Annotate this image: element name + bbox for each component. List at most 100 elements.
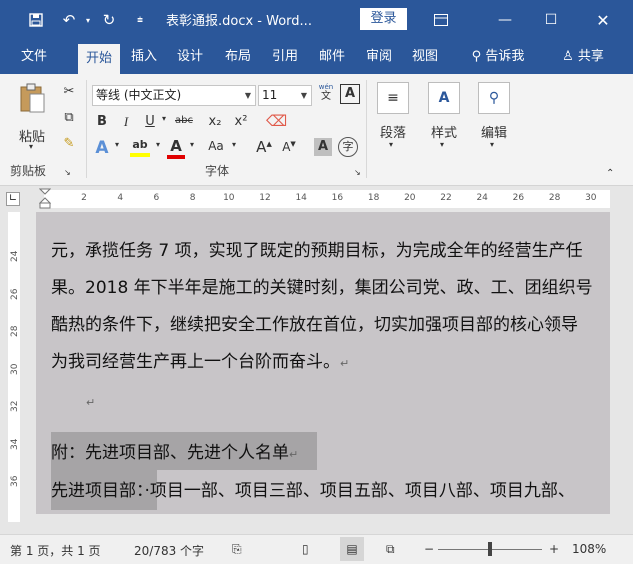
format-painter-icon[interactable]: ✎ bbox=[60, 136, 78, 151]
read-mode-icon[interactable]: ▯ bbox=[302, 542, 309, 556]
styles-icon[interactable]: A bbox=[428, 82, 460, 114]
paste-dropdown-icon[interactable]: ▾ bbox=[25, 142, 37, 151]
indent-marker-icon[interactable] bbox=[38, 188, 52, 210]
font-name-select[interactable]: 等线 (中文正文) ▼ bbox=[92, 85, 256, 106]
phonetic-guide-icon[interactable]: wén 文 bbox=[314, 82, 338, 102]
save-icon[interactable] bbox=[22, 0, 50, 40]
tab-insert[interactable]: 插入 bbox=[125, 40, 163, 74]
ruler-tick-label: 8 bbox=[189, 193, 196, 203]
clipboard-group-label: 剪贴板 bbox=[10, 164, 47, 178]
proofing-icon[interactable]: ⎘ bbox=[232, 542, 242, 557]
paragraph-mark: ↵ bbox=[289, 448, 299, 461]
maximize-icon[interactable]: ☐ bbox=[528, 0, 574, 40]
editing-button[interactable]: 编辑 bbox=[472, 122, 516, 141]
word-count[interactable]: 20/783 个字 bbox=[134, 542, 204, 559]
document-line[interactable]: 酷热的条件下，继续把安全工作放在首位，切实加强项目部的核心领导 bbox=[51, 310, 578, 335]
change-case-dropdown-icon[interactable]: ▾ bbox=[229, 140, 239, 149]
document-line[interactable]: 元，承揽任务 7 项，实现了既定的预期目标，为完成全年的经营生产任 bbox=[51, 236, 583, 261]
text-effect-dropdown-icon[interactable]: ▾ bbox=[112, 140, 122, 149]
horizontal-ruler: ∟ 2 4 6 8 10 12 14 16 18 20 22 24 26 28 30 bbox=[0, 186, 633, 212]
zoom-out-icon[interactable]: − bbox=[424, 542, 434, 556]
document-title: 表彰通报.docx - Word... bbox=[166, 14, 312, 29]
tell-me-search[interactable]: ⚲ 告诉我 bbox=[458, 40, 538, 74]
zoom-slider-thumb[interactable] bbox=[488, 542, 492, 556]
login-button[interactable]: 登录 bbox=[360, 8, 407, 30]
subscript-button[interactable]: x₂ bbox=[206, 114, 224, 129]
styles-button[interactable]: 样式 bbox=[422, 122, 466, 141]
font-color-swatch bbox=[167, 155, 185, 159]
redo-icon[interactable]: ↻ bbox=[95, 0, 123, 40]
tab-home[interactable]: 开始 bbox=[78, 44, 120, 74]
ruler-tick-label: 16 bbox=[331, 193, 344, 203]
bold-button[interactable]: B bbox=[94, 114, 110, 129]
share-button[interactable]: ♙ 共享 bbox=[548, 40, 618, 74]
web-layout-icon[interactable]: ⧉ bbox=[386, 542, 395, 557]
text-effect-icon[interactable]: A bbox=[92, 138, 112, 158]
highlight-dropdown-icon[interactable]: ▾ bbox=[153, 140, 163, 149]
highlight-color-swatch bbox=[130, 153, 150, 157]
ribbon-display-options-icon[interactable] bbox=[418, 0, 464, 40]
underline-dropdown-icon[interactable]: ▾ bbox=[159, 114, 169, 123]
document-line[interactable]: 果。2018 年下半年是施工的关键时刻，集团公司党、政、工、团组织号 bbox=[51, 273, 593, 298]
document-line[interactable]: 为我司经营生产再上一个台阶而奋斗。↵ bbox=[51, 347, 349, 372]
highlight-color-icon[interactable]: ab bbox=[128, 138, 152, 157]
clipboard-launcher-icon[interactable]: ↘ bbox=[64, 168, 71, 177]
appendix-heading[interactable]: 附：先进项目部、先进个人名单↵ bbox=[51, 438, 298, 463]
font-color-dropdown-icon[interactable]: ▾ bbox=[187, 140, 197, 149]
font-group-label: 字体 bbox=[205, 164, 230, 178]
enclose-characters-button[interactable]: 字 bbox=[338, 137, 358, 157]
styles-dropdown-icon[interactable]: ▾ bbox=[440, 140, 444, 149]
ruler-tick-label: 4 bbox=[117, 193, 124, 203]
vertical-ruler-tick-label: 28 bbox=[10, 325, 20, 337]
underline-button[interactable]: U bbox=[142, 114, 158, 129]
vertical-ruler-tick-label: 30 bbox=[10, 363, 20, 375]
editing-dropdown-icon[interactable]: ▾ bbox=[490, 140, 494, 149]
clear-formatting-icon[interactable]: ⌫ bbox=[266, 112, 287, 130]
customize-quick-access-icon[interactable]: ⩧ bbox=[126, 0, 154, 40]
ruler-tick-label: 22 bbox=[440, 193, 452, 203]
font-launcher-icon[interactable]: ↘ bbox=[354, 168, 361, 177]
paste-icon[interactable] bbox=[14, 82, 50, 118]
copy-icon[interactable]: ⧉ bbox=[60, 110, 78, 125]
collapse-ribbon-icon[interactable]: ⌃ bbox=[606, 168, 614, 179]
change-case-button[interactable]: Aa bbox=[204, 139, 228, 153]
vertical-ruler-tick-label: 36 bbox=[10, 475, 20, 487]
cut-icon[interactable]: ✂ bbox=[60, 84, 78, 99]
page-count[interactable]: 第 1 页，共 1 页 bbox=[10, 542, 101, 559]
person-share-icon: ♙ bbox=[562, 49, 574, 64]
group-divider bbox=[366, 80, 367, 178]
grow-font-button[interactable]: A▲ bbox=[256, 138, 272, 156]
character-shading-button[interactable]: A bbox=[314, 138, 332, 156]
strikethrough-button[interactable]: abc bbox=[171, 115, 197, 126]
paragraph-icon[interactable]: ≡ bbox=[377, 82, 409, 114]
font-size-select[interactable]: 11 ▼ bbox=[258, 85, 312, 106]
tab-file[interactable]: 文件 bbox=[14, 40, 54, 74]
paragraph-button[interactable]: 段落 bbox=[371, 122, 415, 141]
italic-button[interactable]: I bbox=[118, 114, 134, 130]
vertical-ruler-tick-label: 34 bbox=[10, 438, 20, 450]
ruler-tick-label: 24 bbox=[476, 193, 488, 203]
superscript-button[interactable]: x² bbox=[232, 114, 250, 129]
tab-selector-icon[interactable]: ∟ bbox=[6, 192, 20, 206]
paragraph-dropdown-icon[interactable]: ▾ bbox=[389, 140, 393, 149]
group-divider bbox=[86, 80, 87, 178]
editing-search-icon[interactable]: ⚲ bbox=[478, 82, 510, 114]
font-color-icon[interactable]: A bbox=[166, 137, 186, 159]
close-icon[interactable]: ✕ bbox=[580, 0, 626, 40]
tab-references[interactable]: 引用 bbox=[266, 40, 304, 74]
zoom-level[interactable]: 108% bbox=[572, 542, 606, 556]
advanced-projects-line[interactable]: 先进项目部：·项目一部、项目三部、项目五部、项目八部、项目九部、 bbox=[51, 476, 575, 501]
minimize-icon[interactable]: — bbox=[482, 0, 528, 40]
tab-mailings[interactable]: 邮件 bbox=[313, 40, 351, 74]
ruler-tick-label: 30 bbox=[585, 193, 597, 203]
ruler-tick-label: 12 bbox=[259, 193, 271, 203]
tab-layout[interactable]: 布局 bbox=[219, 40, 257, 74]
character-border-icon[interactable]: A bbox=[340, 84, 360, 104]
tab-design[interactable]: 设计 bbox=[171, 40, 209, 74]
tab-view[interactable]: 视图 bbox=[406, 40, 444, 74]
zoom-in-icon[interactable]: + bbox=[549, 542, 559, 556]
tab-review[interactable]: 审阅 bbox=[360, 40, 398, 74]
status-bar: 第 1 页，共 1 页 20/783 个字 ⎘ ▯ ▤ ⧉ − + 108% bbox=[0, 534, 633, 564]
shrink-font-button[interactable]: A▼ bbox=[281, 140, 297, 154]
print-layout-icon[interactable]: ▤ bbox=[340, 537, 364, 561]
